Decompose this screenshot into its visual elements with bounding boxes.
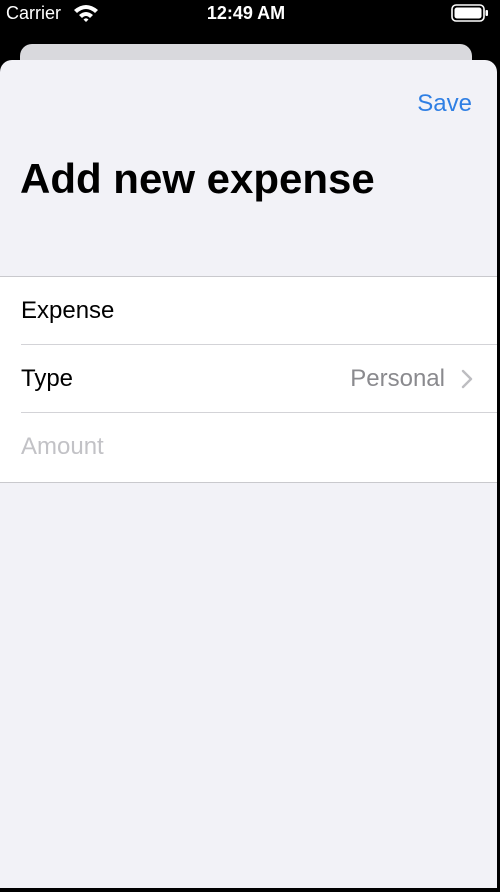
add-expense-sheet: Save Add new expense Expense Type Person… [0, 60, 497, 888]
expense-field-text: Expense [21, 297, 115, 324]
expense-field[interactable]: Expense [21, 277, 497, 345]
expense-form: Expense Type Personal [0, 276, 497, 483]
status-time: 12:49 AM [206, 3, 286, 23]
type-label: Type [21, 365, 74, 392]
type-picker-row[interactable]: Type Personal [21, 345, 497, 413]
amount-input[interactable] [21, 431, 461, 463]
page-title: Add new expense [20, 155, 375, 202]
battery-icon [451, 3, 489, 23]
type-value: Personal [350, 365, 445, 392]
save-button[interactable]: Save [417, 90, 472, 118]
status-bar: Carrier 12:49 AM [0, 0, 500, 30]
chevron-right-icon [461, 369, 473, 389]
amount-row [21, 413, 497, 482]
